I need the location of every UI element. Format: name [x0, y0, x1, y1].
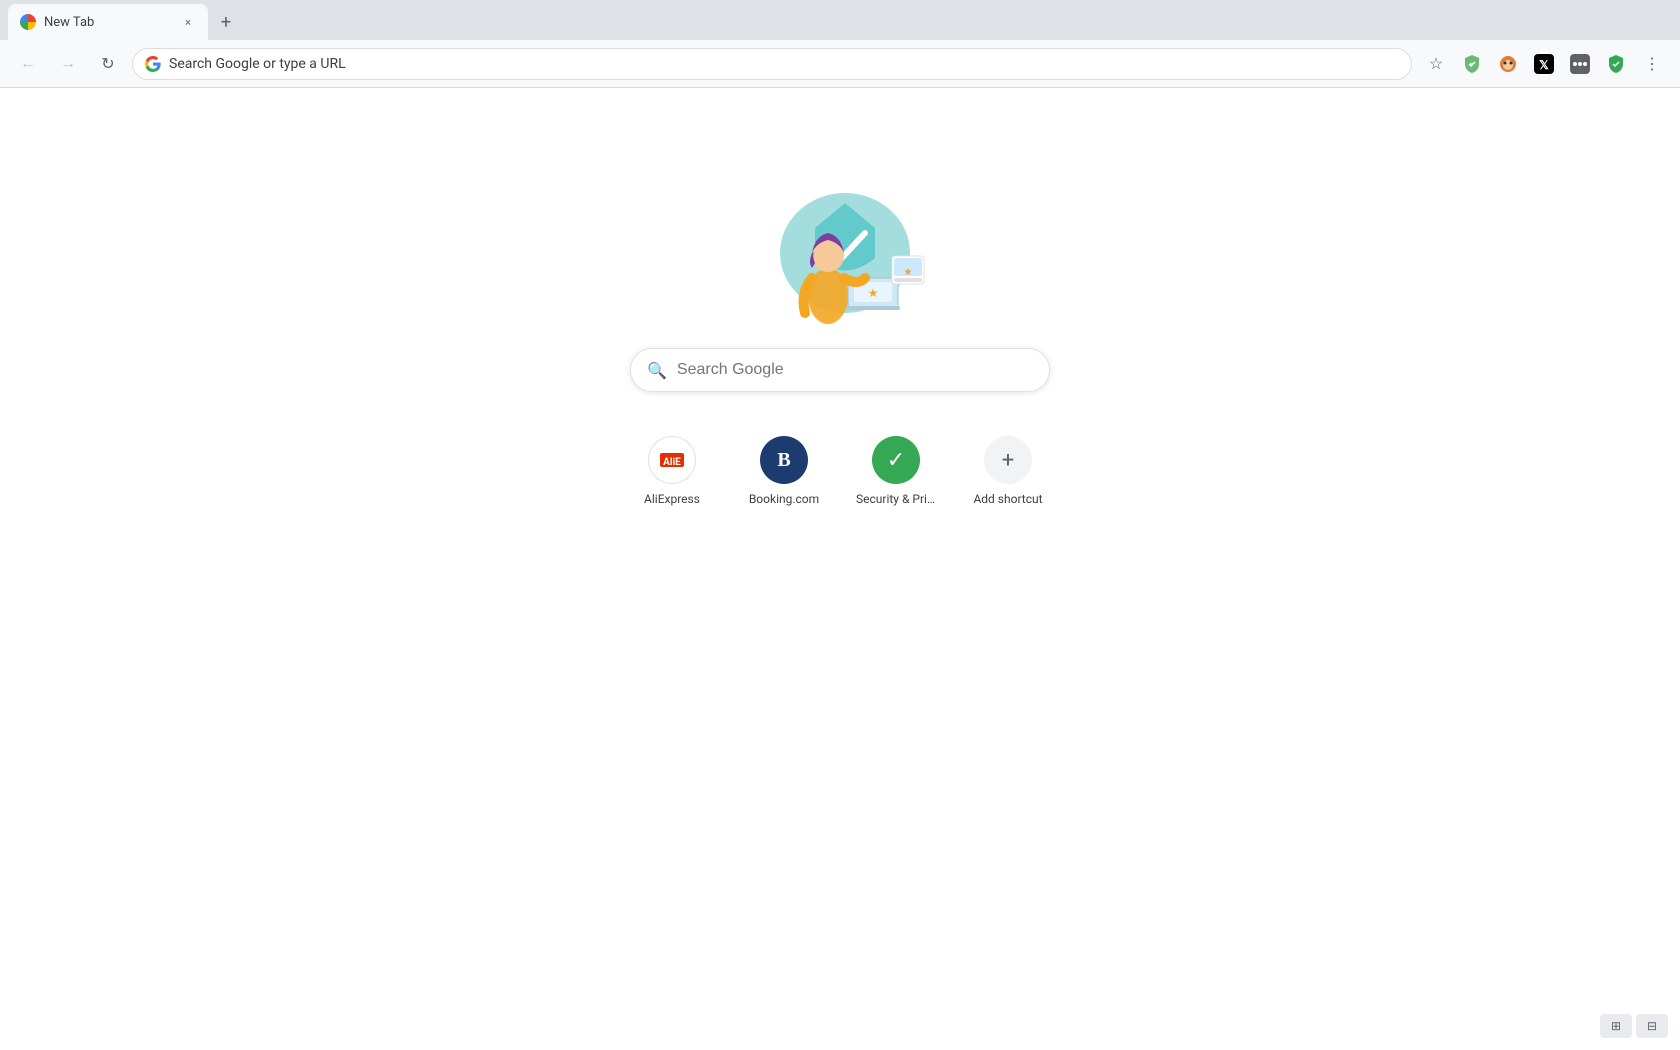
back-icon: ←	[20, 55, 36, 73]
security-icon: ✓	[872, 436, 920, 484]
bookmark-button[interactable]: ☆	[1420, 48, 1452, 80]
shortcut-aliexpress[interactable]: AliE AliExpress	[624, 424, 720, 518]
menu-icon: ⋮	[1644, 54, 1660, 73]
browser-frame: New Tab × + ← → ↻ Search Google or type …	[0, 0, 1680, 1050]
google-logo-icon	[145, 56, 161, 72]
bottom-right-controls: ⊞ ⊟	[1600, 1014, 1668, 1038]
page-content: ★ ★ 🔍	[0, 88, 1680, 1050]
shortcut-security-label: Security & Priv...	[856, 492, 936, 506]
svg-text:★: ★	[868, 286, 879, 300]
refresh-icon: ↻	[101, 54, 114, 74]
tab-favicon	[20, 14, 36, 30]
address-text: Search Google or type a URL	[169, 56, 1399, 72]
add-shortcut-icon: +	[984, 436, 1032, 484]
shortcut-security[interactable]: ✓ Security & Priv...	[848, 424, 944, 518]
shortcut-add-label: Add shortcut	[973, 492, 1042, 506]
tab-close-button[interactable]: ×	[180, 14, 196, 30]
shortcut-booking-label: Booking.com	[749, 492, 819, 506]
customize-button[interactable]: ⊞	[1600, 1014, 1632, 1038]
search-bar[interactable]: 🔍	[630, 348, 1050, 392]
expand-icon: ⊟	[1647, 1019, 1657, 1033]
search-container: 🔍	[630, 348, 1050, 392]
expand-button[interactable]: ⊟	[1636, 1014, 1668, 1038]
navigation-bar: ← → ↻ Search Google or type a URL ☆	[0, 40, 1680, 88]
extension-adguard-button[interactable]	[1456, 48, 1488, 80]
extension-x-button[interactable]: 𝕏	[1528, 48, 1560, 80]
bookmark-icon: ☆	[1429, 54, 1443, 73]
hero-illustration: ★ ★	[740, 148, 940, 328]
search-input[interactable]	[677, 361, 1033, 379]
menu-button[interactable]: ⋮	[1636, 48, 1668, 80]
extension-more-button[interactable]	[1564, 48, 1596, 80]
forward-button[interactable]: →	[52, 48, 84, 80]
shortcut-add[interactable]: + Add shortcut	[960, 424, 1056, 518]
adguard-icon	[1462, 54, 1482, 74]
tab-bar: New Tab × +	[0, 0, 1680, 40]
shield-green-icon	[1606, 54, 1626, 74]
shortcut-aliexpress-label: AliExpress	[644, 492, 700, 506]
svg-text:AliE: AliE	[663, 457, 681, 468]
customize-icon: ⊞	[1611, 1019, 1621, 1033]
booking-icon: B	[760, 436, 808, 484]
back-button[interactable]: ←	[12, 48, 44, 80]
x-icon: 𝕏	[1534, 54, 1554, 74]
toolbar-icons: ☆ 𝕏	[1420, 48, 1668, 80]
new-tab-button[interactable]: +	[212, 8, 240, 36]
shortcut-booking[interactable]: B Booking.com	[736, 424, 832, 518]
shortcuts-container: AliE AliExpress B Booking.com ✓ Security…	[624, 424, 1056, 518]
extensions-more-icon	[1570, 54, 1590, 74]
active-tab[interactable]: New Tab ×	[8, 4, 208, 40]
svg-text:𝕏: 𝕏	[1539, 58, 1549, 72]
address-bar[interactable]: Search Google or type a URL	[132, 48, 1412, 80]
fox-icon	[1498, 54, 1518, 74]
search-icon: 🔍	[647, 361, 667, 380]
extension-fox-button[interactable]	[1492, 48, 1524, 80]
refresh-button[interactable]: ↻	[92, 48, 124, 80]
aliexpress-icon: AliE	[648, 436, 696, 484]
tab-title: New Tab	[44, 15, 172, 30]
extension-shield-button[interactable]	[1600, 48, 1632, 80]
forward-icon: →	[60, 55, 76, 73]
svg-text:★: ★	[904, 267, 913, 278]
